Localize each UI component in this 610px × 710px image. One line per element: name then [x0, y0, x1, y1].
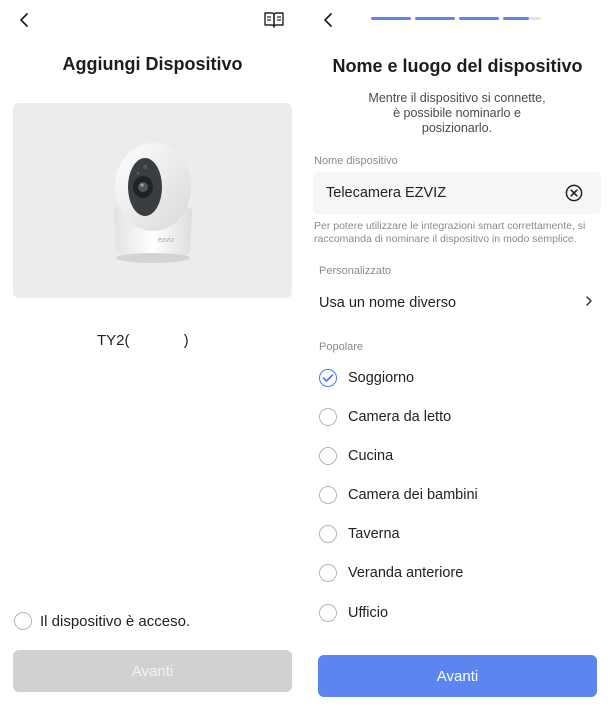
next-button-disabled[interactable]: Avanti: [13, 650, 292, 692]
room-option-label: Cucina: [348, 448, 394, 464]
checked-circle-icon[interactable]: [319, 369, 337, 387]
book-icon[interactable]: [260, 8, 288, 32]
setup-progress-bar: [371, 17, 541, 20]
progress-step-4-remaining: [529, 17, 541, 20]
radio-circle-icon[interactable]: [319, 525, 337, 543]
page-title: Nome e luogo del dispositivo: [332, 56, 583, 76]
back-chevron-icon[interactable]: [10, 6, 38, 34]
progress-step-3: [459, 17, 499, 20]
room-option-cucina[interactable]: Cucina: [319, 445, 393, 467]
custom-name-row[interactable]: Usa un nome diverso: [319, 293, 594, 313]
radio-circle-icon[interactable]: [319, 408, 337, 426]
device-name-input[interactable]: [326, 185, 556, 201]
room-option-label: Camera dei bambini: [348, 487, 478, 503]
radio-circle-icon[interactable]: [319, 447, 337, 465]
radio-circle-icon[interactable]: [319, 564, 337, 582]
checkbox-circle-icon[interactable]: [14, 612, 32, 630]
page-description: Mentre il dispositivo si connette, è pos…: [368, 91, 546, 135]
room-option-label: Taverna: [348, 526, 400, 542]
chevron-right-icon: [584, 294, 594, 312]
custom-section-label: Personalizzato: [319, 265, 392, 277]
room-option-veranda-anteriore[interactable]: Veranda anteriore: [319, 562, 463, 584]
back-chevron-icon[interactable]: [314, 6, 342, 34]
room-option-soggiorno[interactable]: Soggiorno: [319, 367, 414, 389]
next-button[interactable]: Avanti: [318, 655, 597, 697]
page-title: Aggiungi Dispositivo: [62, 54, 243, 74]
room-option-taverna[interactable]: Taverna: [319, 523, 400, 545]
add-device-screen: Aggiungi Dispositivo ezviz TY2() Il dis…: [0, 0, 305, 710]
progress-step-4-filled: [503, 17, 529, 20]
progress-step-2: [415, 17, 455, 20]
room-option-camera-da-letto[interactable]: Camera da letto: [319, 406, 451, 428]
brand-logo: ezviz: [158, 237, 174, 244]
device-powered-label: Il dispositivo è acceso.: [40, 612, 191, 630]
device-image-card: ezviz: [13, 103, 292, 298]
room-option-label: Veranda anteriore: [348, 565, 464, 581]
naming-hint: Per potere utilizzare le integrazioni sm…: [314, 220, 586, 245]
device-model: TY2( ): [97, 332, 189, 349]
room-option-ufficio[interactable]: Ufficio: [319, 602, 388, 624]
camera-illustration: ezviz: [108, 141, 198, 266]
room-option-label: Soggiorno: [348, 370, 415, 386]
popular-section-label: Popolare: [319, 341, 364, 353]
device-name-field[interactable]: [313, 172, 601, 214]
room-option-label: Ufficio: [348, 605, 389, 621]
device-name-label: Nome dispositivo: [314, 155, 398, 167]
clear-circle-x-icon[interactable]: [565, 184, 583, 202]
custom-name-label: Usa un nome diverso: [319, 295, 457, 311]
radio-circle-icon[interactable]: [319, 486, 337, 504]
radio-circle-icon[interactable]: [319, 604, 337, 622]
progress-step-1: [371, 17, 411, 20]
room-option-label: Camera da letto: [348, 409, 452, 425]
device-powered-checkbox[interactable]: Il dispositivo è acceso.: [14, 610, 190, 632]
room-option-camera-dei-bambini[interactable]: Camera dei bambini: [319, 484, 478, 506]
